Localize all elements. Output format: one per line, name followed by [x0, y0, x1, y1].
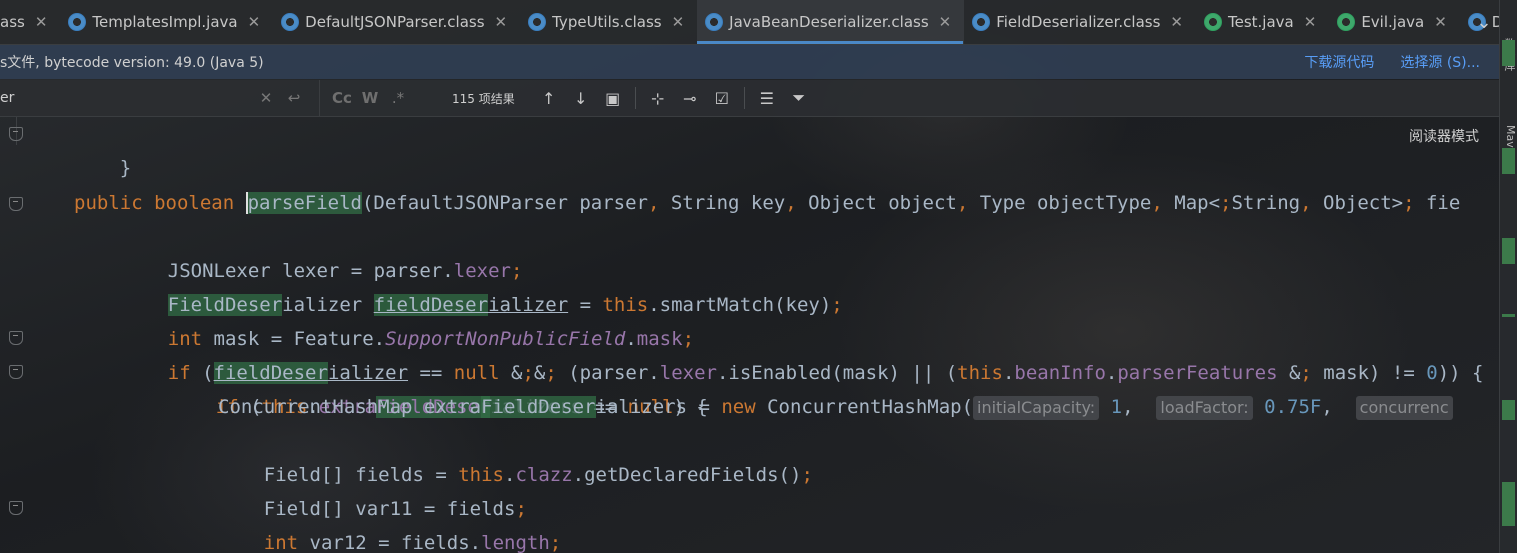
code-line: if (fieldDeserializer == null &;&; (pars… — [122, 322, 1483, 384]
code-line: Field[] fields = this.clazz.getDeclaredF… — [218, 424, 813, 486]
class-file-icon — [68, 13, 87, 31]
scroll-marker — [1502, 238, 1515, 264]
words-button[interactable]: W — [356, 89, 384, 107]
code-text: int var12 = fields.length; — [263, 532, 562, 553]
history-icon[interactable]: ↩ — [280, 89, 308, 107]
code-text: } — [119, 157, 132, 179]
tab-label: Evil.java — [1361, 13, 1425, 31]
tab-label: Test.java — [1228, 13, 1294, 31]
tab-partial-left[interactable]: ass ✕ — [0, 0, 60, 44]
java-file-icon — [1337, 13, 1356, 31]
class-file-icon — [705, 13, 724, 31]
scroll-marker — [1502, 314, 1515, 317]
tab-label: JavaBeanDeserializer.class — [729, 13, 929, 31]
param-hint: initialCapacity: — [973, 396, 1100, 420]
scroll-marker — [1502, 40, 1515, 66]
code-line: public boolean parseField(DefaultJSONPar… — [74, 186, 1460, 220]
class-file-icon — [528, 13, 547, 31]
tab-evil-java[interactable]: Evil.java ✕ — [1329, 0, 1459, 44]
close-icon[interactable]: ✕ — [1434, 13, 1447, 31]
scroll-marker — [1502, 148, 1515, 174]
tab-defaultjsonparser[interactable]: DefaultJSONParser.class ✕ — [273, 0, 520, 44]
param-hint: loadFactor: — [1156, 396, 1253, 420]
tab-test-java[interactable]: Test.java ✕ — [1196, 0, 1329, 44]
code-line: ConcurrentHashMap extraFieldDeserializer… — [218, 390, 1453, 424]
tab-label: ass — [0, 13, 25, 31]
arrow-up-icon[interactable]: ↑ — [533, 89, 565, 108]
scroll-marker — [1502, 482, 1515, 526]
tab-label: TypeUtils.class — [552, 13, 662, 31]
code-line: Field[] var11 = fields; — [218, 458, 527, 520]
close-icon[interactable]: ✕ — [672, 13, 685, 31]
decompiled-info-banner: s文件, bytecode version: 49.0 (Java 5) 下载源… — [0, 45, 1500, 79]
tab-label: FieldDeserializer.class — [996, 13, 1161, 31]
class-file-icon — [281, 13, 300, 31]
reader-mode-button[interactable]: 阅读器模式 — [1409, 126, 1479, 146]
clear-icon[interactable]: ✕ — [252, 89, 280, 107]
toolbar-divider — [743, 87, 745, 109]
tab-label: DefaultJSONParser.class — [305, 13, 485, 31]
search-field: ✕ ↩ — [0, 80, 320, 116]
list-filter-icon[interactable]: ☰ — [751, 89, 783, 108]
code-editor[interactable]: } public boolean parseField(DefaultJSONP… — [0, 117, 1500, 553]
code-line: } — [74, 117, 131, 179]
code-line: FieldDeserializer fieldDeserializer = th… — [122, 254, 843, 316]
search-input[interactable] — [0, 89, 252, 107]
method-name: parseField — [245, 192, 362, 214]
regex-button[interactable]: .* — [384, 89, 412, 107]
download-source-link[interactable]: 下载源代码 — [1304, 52, 1374, 72]
tab-label: TemplatesImpl.java — [92, 13, 238, 31]
close-icon[interactable]: ✕ — [939, 13, 952, 31]
tab-fielddeserializer[interactable]: FieldDeserializer.class ✕ — [964, 0, 1196, 44]
code-text: ConcurrentHashMap extraFieldDeserializer… — [218, 396, 974, 418]
remove-occurrence-icon[interactable]: ⊸ — [674, 89, 706, 108]
match-case-button[interactable]: Cc — [328, 89, 356, 107]
find-bar: ✕ ↩ Cc W .* 115 项结果 ↑ ↓ ▣ ⊹ ⊸ ☑ ☰ ⏷ — [0, 80, 1500, 117]
select-occurrences-icon[interactable]: ☑ — [706, 89, 738, 108]
choose-source-link[interactable]: 选择源 (S)... — [1400, 52, 1480, 72]
right-tool-strip: 数据库 Maven — [1499, 0, 1517, 553]
results-count: 115 项结果 — [452, 91, 515, 106]
tab-typeutils[interactable]: TypeUtils.class ✕ — [520, 0, 697, 44]
code-number: 0.75F — [1264, 396, 1322, 418]
code-line: int var12 = fields.length; — [218, 492, 561, 553]
code-number: 1 — [1110, 396, 1123, 418]
scroll-marker — [1502, 400, 1515, 420]
select-all-icon[interactable]: ▣ — [597, 89, 629, 108]
tab-javabeandeserializer[interactable]: JavaBeanDeserializer.class ✕ — [697, 0, 965, 44]
class-file-icon — [972, 13, 991, 31]
code-text: (DefaultJSONParser parser, String key, O… — [361, 192, 1461, 214]
close-icon[interactable]: ✕ — [495, 13, 508, 31]
close-icon[interactable]: ✕ — [35, 13, 48, 31]
param-hint: concurrenc — [1355, 396, 1453, 420]
chevron-down-icon[interactable]: ⌄ — [1468, 0, 1500, 44]
close-icon[interactable]: ✕ — [1170, 13, 1183, 31]
java-file-icon — [1204, 13, 1222, 31]
add-occurrence-icon[interactable]: ⊹ — [642, 89, 674, 108]
close-icon[interactable]: ✕ — [1304, 13, 1317, 31]
code-line: if (this.extraFieldDeserializers == null… — [170, 356, 708, 418]
code-line: int mask = Feature.SupportNonPublicField… — [122, 288, 694, 350]
editor-tab-bar: ass ✕ TemplatesImpl.java ✕ DefaultJSONPa… — [0, 0, 1500, 45]
code-line: JSONLexer lexer = parser.lexer; — [122, 220, 523, 282]
close-icon[interactable]: ✕ — [248, 13, 261, 31]
filter-icon[interactable]: ⏷ — [783, 88, 815, 108]
banner-message: s文件, bytecode version: 49.0 (Java 5) — [0, 55, 264, 71]
tab-templatesimpl[interactable]: TemplatesImpl.java ✕ — [60, 0, 273, 44]
code-text: public boolean — [74, 192, 246, 214]
toolbar-divider — [634, 87, 636, 109]
arrow-down-icon[interactable]: ↓ — [565, 89, 597, 108]
